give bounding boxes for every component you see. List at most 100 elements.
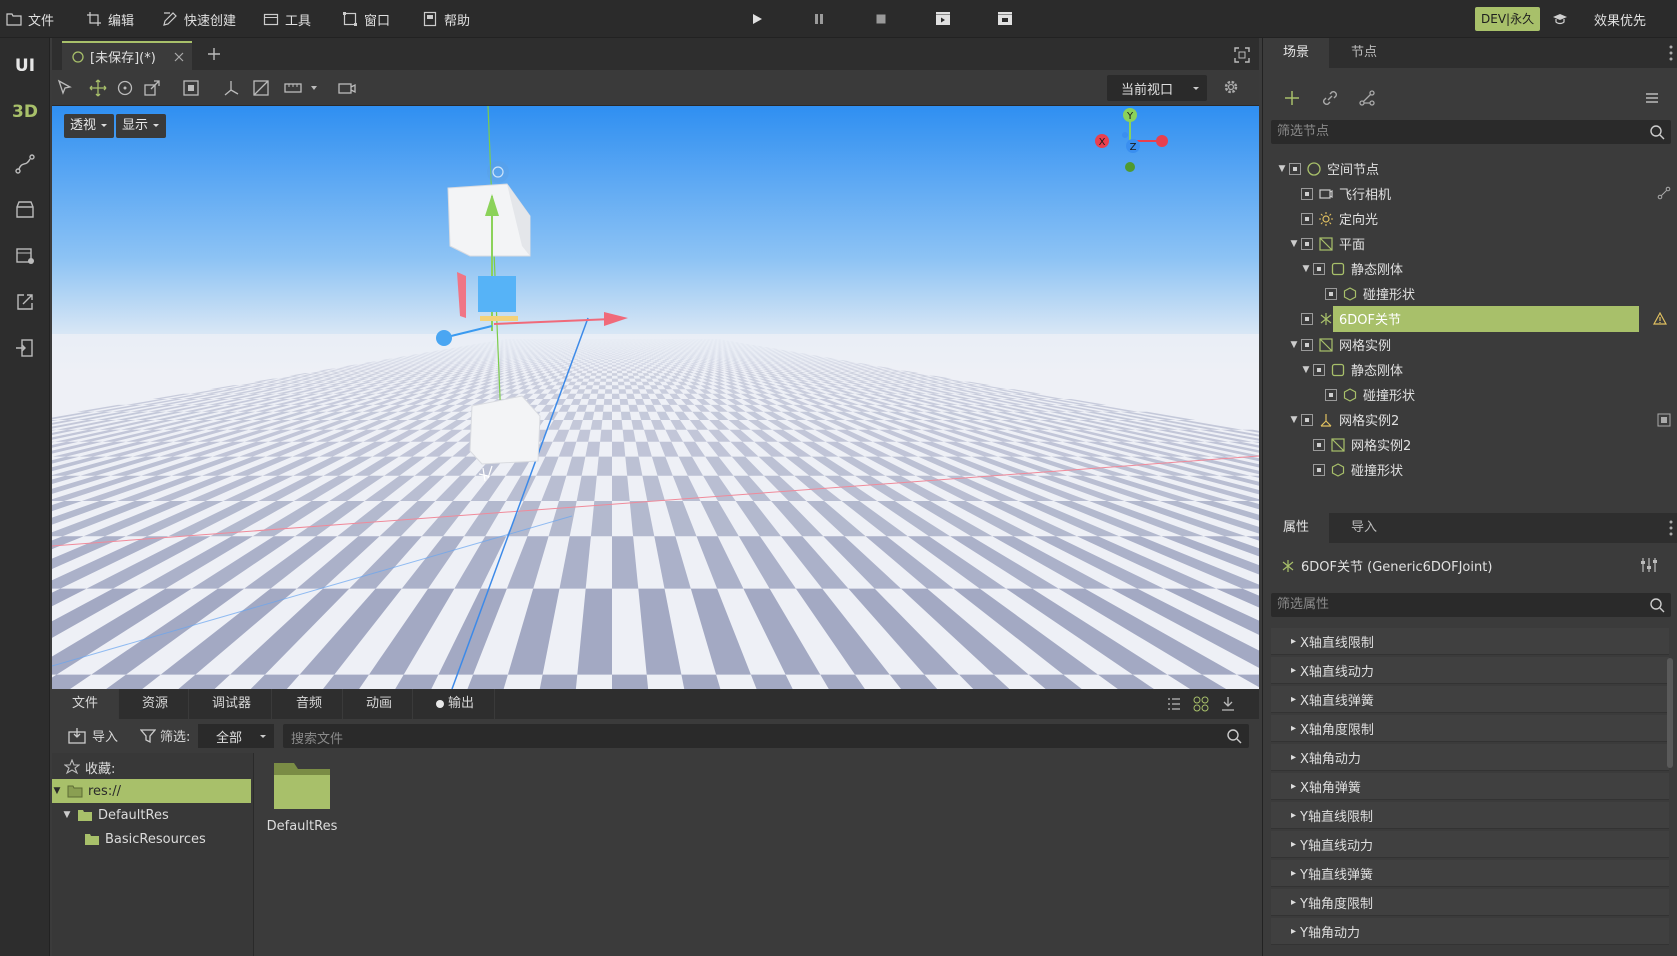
scene-tab[interactable]: [未保存](*) — [62, 41, 192, 70]
list-view-icon[interactable] — [1166, 696, 1182, 712]
menu-icon[interactable] — [1644, 90, 1660, 106]
animation-curve-button[interactable] — [0, 144, 50, 184]
node-filter-input[interactable]: 筛选节点 — [1271, 120, 1671, 144]
camera-preview-icon[interactable] — [338, 79, 356, 97]
perspective-menu[interactable]: 透视 — [64, 114, 115, 138]
export-button[interactable] — [0, 282, 50, 322]
tab-node[interactable]: 节点 — [1331, 38, 1397, 68]
import-file-button[interactable]: 导入 — [68, 726, 118, 745]
open-scene-icon[interactable] — [1657, 413, 1671, 427]
tab-debugger[interactable]: 调试器 — [192, 689, 273, 719]
visibility-checkbox[interactable] — [1313, 463, 1325, 476]
more-vertical-icon[interactable] — [1669, 44, 1673, 62]
property-row[interactable]: ▸ X轴角弹簧 — [1271, 773, 1669, 800]
ui-mode-button[interactable]: UI — [0, 46, 50, 86]
menu-quick-create[interactable]: 快速创建 — [162, 9, 236, 29]
node-collision-shape-3[interactable]: 碰撞形状 — [1263, 457, 1677, 482]
node-mesh-instance-2-child[interactable]: 网格实例2 — [1263, 432, 1677, 457]
import-button[interactable] — [0, 328, 50, 368]
visibility-checkbox[interactable] — [1289, 162, 1301, 175]
tree-item-defaultres[interactable]: ▼ DefaultRes — [62, 803, 169, 827]
sliders-icon[interactable] — [1640, 557, 1658, 573]
property-row[interactable]: ▸ Y轴直线限制 — [1271, 802, 1669, 829]
property-row[interactable]: ▸ X轴直线动力 — [1271, 657, 1669, 684]
visibility-checkbox[interactable] — [1325, 287, 1337, 300]
grid-ruler-icon[interactable] — [284, 79, 302, 97]
focus-selection-icon[interactable] — [182, 79, 200, 97]
node-mesh-instance[interactable]: ▼ 网格实例 — [1263, 332, 1677, 357]
play-custom-scene-button[interactable] — [996, 10, 1014, 28]
node-static-body-2[interactable]: ▼ 静态刚体 — [1263, 357, 1677, 382]
property-row[interactable]: ▸ X轴角动力 — [1271, 744, 1669, 771]
add-tab-button[interactable] — [206, 46, 222, 62]
download-icon[interactable] — [1220, 696, 1236, 712]
play-button[interactable] — [748, 10, 766, 28]
select-arrow-icon[interactable] — [56, 79, 74, 97]
viewport-select[interactable]: 当前视口 — [1107, 75, 1207, 101]
orient-z-neg-handle[interactable] — [1122, 132, 1128, 138]
node-collision-shape[interactable]: 碰撞形状 — [1263, 281, 1677, 306]
add-node-icon[interactable] — [1283, 89, 1301, 107]
property-row[interactable]: ▸ X轴角度限制 — [1271, 715, 1669, 742]
property-row[interactable]: ▸ Y轴角动力 — [1271, 918, 1669, 945]
menu-tools[interactable]: 工具 — [263, 9, 311, 29]
visibility-checkbox[interactable] — [1301, 312, 1313, 325]
visibility-checkbox[interactable] — [1325, 388, 1337, 401]
orient-y-neg-handle[interactable] — [1125, 162, 1135, 172]
link-icon[interactable] — [1321, 89, 1339, 107]
tab-resources[interactable]: 资源 — [122, 689, 190, 719]
visibility-checkbox[interactable] — [1313, 262, 1325, 275]
chevron-down-icon[interactable] — [305, 79, 323, 97]
rotate-tool-icon[interactable] — [116, 79, 134, 97]
property-row[interactable]: ▸ X轴直线限制 — [1271, 628, 1669, 655]
prop-filter-input[interactable]: 筛选属性 — [1271, 593, 1671, 617]
tab-scene[interactable]: 场景 — [1263, 38, 1330, 68]
node-plane[interactable]: ▼ 平面 — [1263, 231, 1677, 256]
filter-select[interactable]: 全部 — [198, 724, 274, 748]
tab-files[interactable]: 文件 — [52, 689, 120, 719]
grid-view-icon[interactable] — [1193, 696, 1209, 712]
file-search-input[interactable]: 搜索文件 — [283, 724, 1249, 748]
menu-file[interactable]: 文件 — [6, 9, 54, 29]
scale-tool-icon[interactable] — [143, 79, 161, 97]
node-mesh-instance-2[interactable]: ▼ 网格实例2 — [1263, 407, 1677, 432]
visibility-checkbox[interactable] — [1301, 237, 1313, 250]
visibility-checkbox[interactable] — [1313, 363, 1325, 376]
visibility-checkbox[interactable] — [1313, 438, 1325, 451]
more-vertical-icon[interactable] — [1669, 519, 1673, 537]
node-fly-camera[interactable]: 飞行相机 — [1263, 181, 1677, 206]
fullscreen-button[interactable] — [1234, 47, 1250, 63]
grid-item-defaultres[interactable]: DefaultRes — [265, 757, 339, 834]
node-graph-icon[interactable] — [1358, 89, 1376, 107]
store-button[interactable] — [0, 190, 50, 230]
node-6dof-joint[interactable]: 6DOF关节 — [1263, 306, 1677, 332]
node-graph-icon[interactable] — [1657, 186, 1671, 200]
property-row[interactable]: ▸ Y轴角度限制 — [1271, 889, 1669, 916]
tree-item-basicresources[interactable]: BasicResources — [84, 827, 206, 851]
play-scene-button[interactable] — [934, 10, 952, 28]
snap-icon[interactable] — [252, 79, 270, 97]
tab-import[interactable]: 导入 — [1331, 513, 1397, 543]
stop-button[interactable] — [872, 10, 890, 28]
tab-output[interactable]: 输出 — [416, 689, 496, 719]
local-space-icon[interactable] — [222, 79, 240, 97]
tab-properties[interactable]: 属性 — [1263, 513, 1330, 543]
3d-mode-button[interactable]: 3D — [0, 92, 50, 132]
viewport-settings-button[interactable] — [1222, 78, 1240, 96]
settings-panel-button[interactable] — [0, 236, 50, 276]
visibility-checkbox[interactable] — [1301, 212, 1313, 225]
property-row[interactable]: ▸ Y轴直线动力 — [1271, 831, 1669, 858]
property-scrollbar[interactable] — [1667, 658, 1673, 768]
visibility-checkbox[interactable] — [1301, 187, 1313, 200]
tab-animation[interactable]: 动画 — [346, 689, 414, 719]
menu-edit[interactable]: 编辑 — [86, 9, 134, 29]
close-icon[interactable] — [174, 52, 184, 62]
property-row[interactable]: ▸ X轴直线弹簧 — [1271, 686, 1669, 713]
favorites-row[interactable]: 收藏: — [64, 755, 115, 779]
node-static-body[interactable]: ▼ 静态刚体 — [1263, 256, 1677, 281]
warning-icon[interactable] — [1653, 312, 1667, 326]
menu-window[interactable]: 窗口 — [342, 9, 390, 29]
display-menu[interactable]: 显示 — [116, 114, 167, 138]
graduation-cap-icon[interactable] — [1552, 11, 1568, 27]
3d-viewport[interactable]: Y X Z 透视 显示 — [52, 106, 1259, 689]
